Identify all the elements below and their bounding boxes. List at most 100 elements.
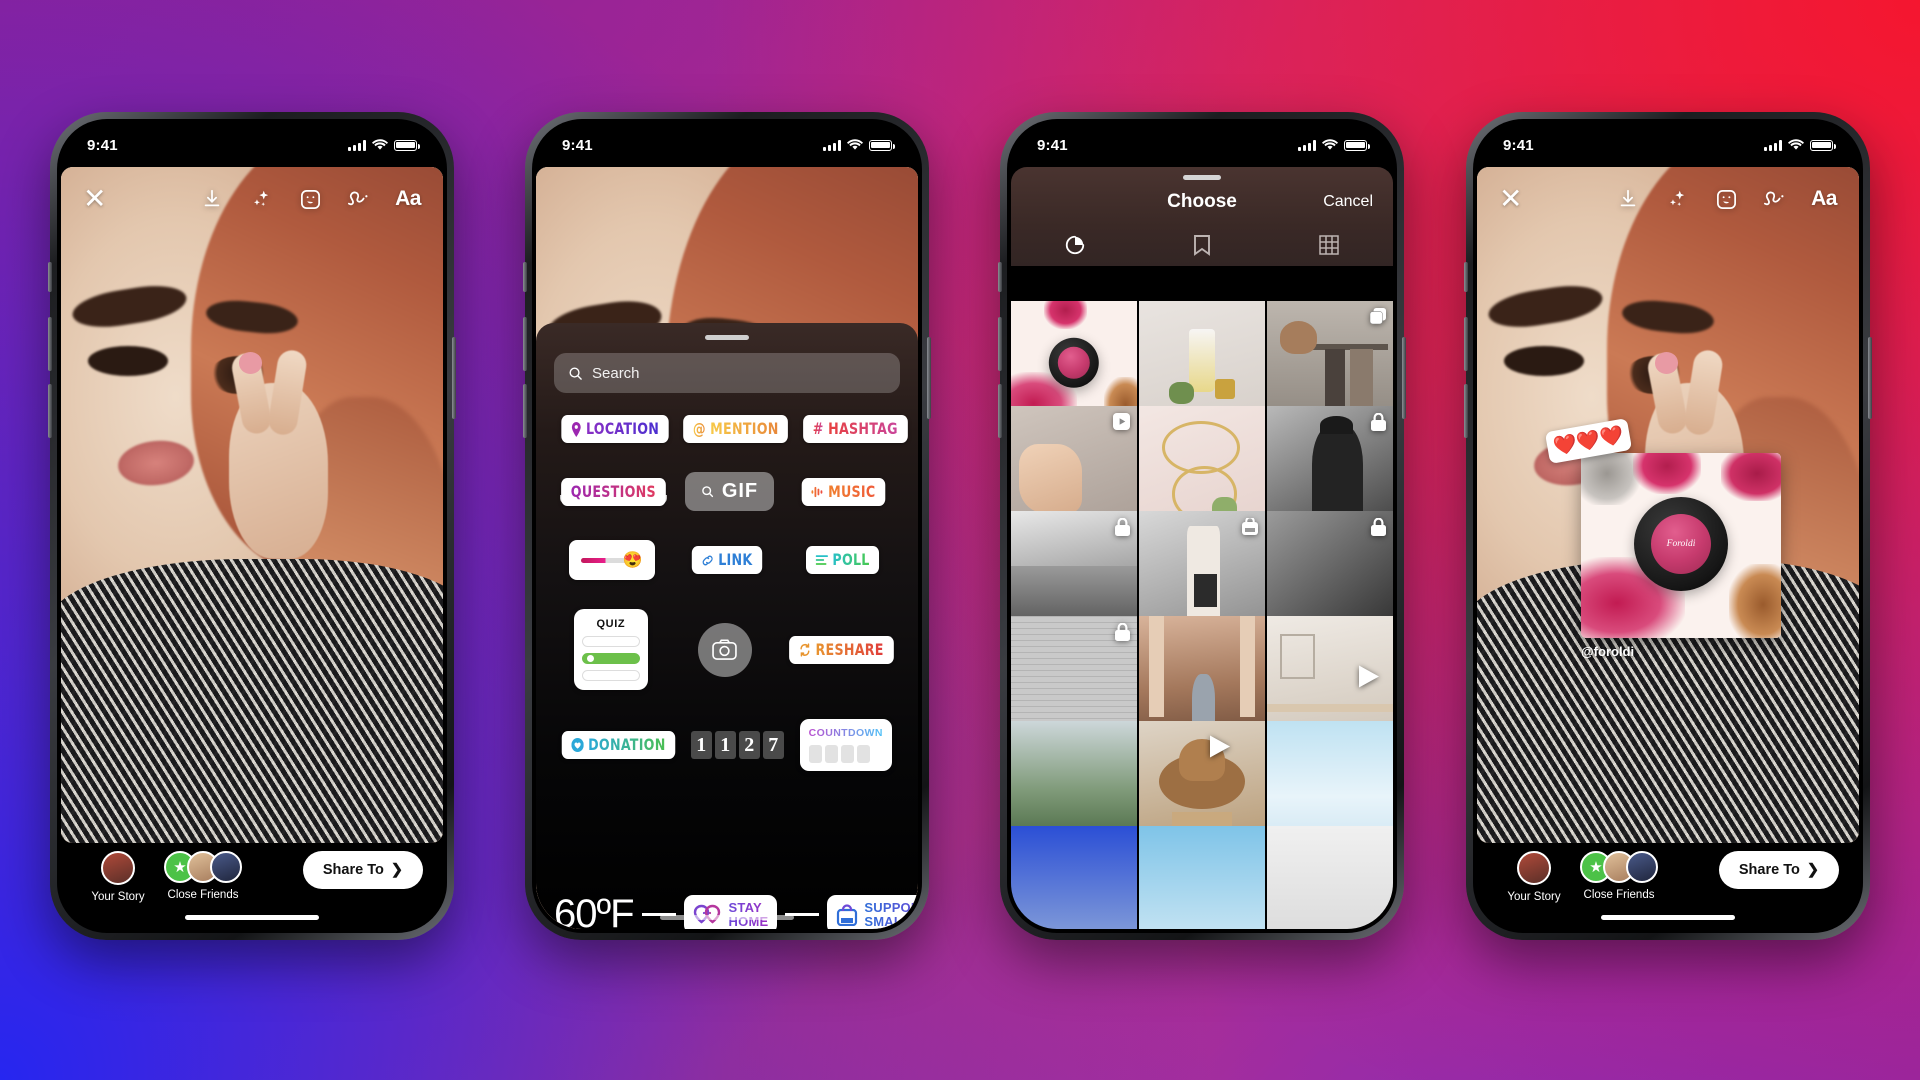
search-input[interactable]: Search	[554, 353, 900, 393]
chevron-right-icon: ❯	[1806, 862, 1819, 878]
phone-4: 9:41 ✕ Aa ❤️❤️❤️ Foroldi @foroldi Your S…	[1464, 112, 1872, 940]
wifi-icon	[372, 139, 388, 150]
close-friends-label: Close Friends	[167, 889, 239, 901]
sticker-tray: Search LOCATION @ MENTION # HASHTAG QUES…	[536, 323, 918, 929]
sticker-emoji-slider[interactable]: 😍	[568, 540, 655, 580]
sticker-quiz[interactable]: QUIZ	[573, 609, 648, 690]
grid-cell-16[interactable]	[1139, 826, 1265, 929]
cellular-bars-icon	[1764, 139, 1782, 151]
sticker-camera[interactable]	[697, 622, 752, 677]
product-pan: Foroldi	[1634, 496, 1728, 591]
digit: 1	[714, 731, 736, 759]
text-tool-icon[interactable]: Aa	[1811, 187, 1837, 211]
sticker-label: GIF	[721, 480, 759, 502]
digit: 1	[690, 731, 712, 759]
draw-icon[interactable]	[346, 186, 372, 212]
share-to-button[interactable]: Share To ❯	[302, 851, 423, 889]
sparkle-icon[interactable]	[248, 186, 274, 212]
share-to-label: Share To	[322, 862, 384, 878]
cellular-bars-icon	[348, 139, 366, 151]
close-icon[interactable]: ✕	[83, 185, 106, 213]
sticker-link[interactable]: LINK	[691, 546, 763, 574]
sticker-support-small[interactable]: SUPPORTSMALL	[827, 895, 918, 929]
text-tool-icon[interactable]: Aa	[395, 187, 421, 211]
sticker-row-bottom: 60ºF STAY HOME SUPPOR SMALL	[554, 892, 918, 929]
sticker-reshare[interactable]: RESHARE	[788, 635, 893, 664]
sticker-music[interactable]: MUSIC	[801, 477, 885, 506]
sticker-hashtag[interactable]: # HASHTAG	[802, 415, 908, 443]
sticker-label: DONATION	[588, 735, 666, 754]
share-to-button[interactable]: Share To ❯	[1718, 851, 1839, 889]
sticker-donation[interactable]: DONATION	[561, 731, 676, 759]
sticker-icon[interactable]	[297, 186, 323, 212]
gallery-header: Choose Cancel	[1011, 167, 1393, 266]
sticker-temperature[interactable]: 60ºF	[554, 892, 635, 929]
sticker-icon[interactable]	[1713, 186, 1739, 212]
your-story-label: Your Story	[1507, 891, 1561, 903]
phone-3: 9:41 Choose Cancel	[998, 112, 1406, 940]
audience-close-friends[interactable]: ★ Close Friends	[1571, 851, 1667, 901]
home-indicator[interactable]	[185, 915, 319, 920]
grid-cell-17[interactable]	[1267, 826, 1393, 929]
countdown-label: COUNTDOWN	[808, 727, 883, 739]
sticker-label: MENTION	[710, 419, 779, 438]
product-sticker[interactable]: Foroldi	[1581, 453, 1781, 638]
audience-close-friends[interactable]: ★ Close Friends	[155, 851, 251, 901]
sticker-questions[interactable]: QUESTIONS	[561, 477, 666, 506]
avatar	[210, 851, 242, 883]
cancel-button[interactable]: Cancel	[1323, 193, 1373, 211]
avatar	[101, 851, 135, 885]
brand-text: Foroldi	[1650, 513, 1712, 574]
slider-emoji: 😍	[622, 552, 643, 569]
screenshot-stage: 9:41 ✕ Aa Your Story ★ Close Friends Sha…	[0, 0, 1920, 1080]
lock-icon	[1115, 622, 1130, 646]
download-icon[interactable]	[1615, 186, 1641, 212]
quiz-option	[581, 636, 640, 647]
digit: 2	[738, 731, 760, 759]
story-top-toolbar: ✕ Aa	[1477, 179, 1859, 219]
reels-icon	[1113, 413, 1130, 435]
tab-recents[interactable]	[1011, 224, 1138, 266]
story-top-toolbar: ✕ Aa	[61, 179, 443, 219]
tab-grid[interactable]	[1266, 224, 1393, 266]
sticker-countdown[interactable]: COUNTDOWN	[799, 719, 892, 771]
page-title: Choose	[1167, 191, 1237, 212]
home-indicator[interactable]	[660, 915, 794, 920]
wifi-icon	[1788, 139, 1804, 150]
at-icon: @	[693, 419, 706, 438]
product-handle[interactable]: @foroldi	[1581, 644, 1634, 659]
audience-your-story[interactable]: Your Story	[81, 851, 155, 903]
lock-icon	[1371, 412, 1386, 436]
audience-your-story[interactable]: Your Story	[1497, 851, 1571, 903]
sticker-stay-home[interactable]: STAY HOME	[683, 895, 778, 929]
grid-cell-15[interactable]	[1011, 826, 1137, 929]
sticker-label: POLL	[832, 550, 870, 569]
download-icon[interactable]	[199, 186, 225, 212]
tab-saved[interactable]	[1138, 224, 1265, 266]
support-small-label: SUPPORTSMALL	[864, 901, 918, 928]
share-to-label: Share To	[1738, 862, 1800, 878]
sticker-label: LINK	[718, 550, 753, 569]
close-icon[interactable]: ✕	[1499, 185, 1522, 213]
heart-circle-icon	[571, 738, 584, 752]
drag-handle[interactable]	[705, 335, 749, 340]
home-indicator[interactable]	[1601, 915, 1735, 920]
sticker-gif[interactable]: GIF	[684, 472, 775, 511]
play-icon	[1359, 665, 1379, 693]
sticker-label: MUSIC	[827, 481, 876, 501]
sticker-poll[interactable]: POLL	[805, 546, 879, 574]
phone-2: 9:41 Search LOCATION @ MENTION # HASHTAG…	[523, 112, 931, 940]
sticker-countdown-digits[interactable]: 1 1 2 7	[690, 731, 784, 759]
chevron-right-icon: ❯	[390, 862, 403, 878]
draw-icon[interactable]	[1762, 186, 1788, 212]
grid-icon	[1319, 235, 1340, 255]
sticker-location[interactable]: LOCATION	[561, 415, 669, 443]
play-icon	[1209, 735, 1230, 762]
status-time: 9:41	[87, 136, 118, 154]
phone-1: 9:41 ✕ Aa Your Story ★ Close Friends Sha…	[48, 112, 456, 940]
sparkle-icon[interactable]	[1664, 186, 1690, 212]
bag-icon	[1242, 516, 1258, 540]
recents-icon	[1065, 235, 1084, 255]
your-story-label: Your Story	[91, 891, 145, 903]
sticker-mention[interactable]: @ MENTION	[683, 415, 789, 443]
